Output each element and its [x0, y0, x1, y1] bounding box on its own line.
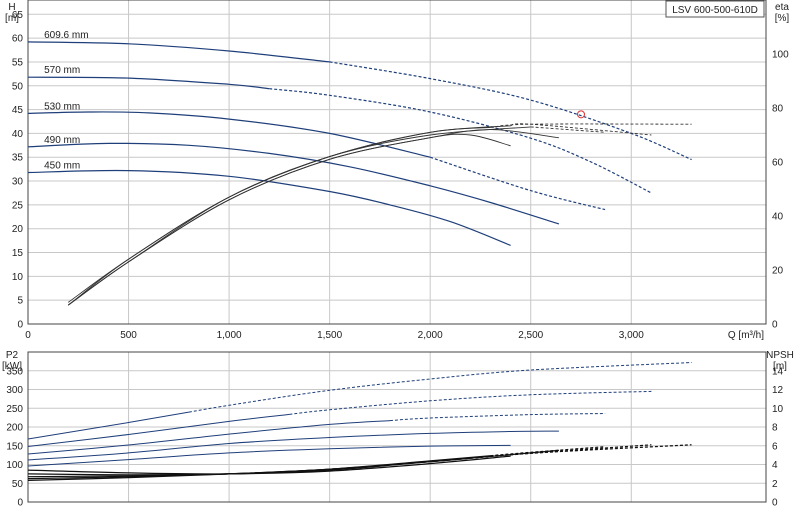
y-left-tick-label: 10: [12, 272, 24, 283]
head-curve-label: 530 mm: [44, 101, 80, 112]
npsh-tick-label: 10: [772, 404, 784, 415]
x-axis-title: Q [m³/h]: [728, 330, 764, 341]
p2-tick-label: 250: [6, 404, 23, 415]
y-left-tick-label: 25: [12, 200, 24, 211]
head-curve-label: 570 mm: [44, 65, 80, 76]
y-left-tick-label: 35: [12, 153, 24, 164]
y-left-tick-label: 0: [17, 320, 23, 331]
p2-axis-title: P2: [6, 350, 19, 361]
y-right-tick-label: 80: [772, 104, 784, 115]
npsh-tick-label: 2: [772, 479, 778, 490]
x-tick-label: 500: [120, 330, 137, 341]
x-tick-label: 3,000: [619, 330, 644, 341]
pump-curve-chart: 0 500 1,000 1,500 2,000 2,500 3,000 0 5 10 15 20 25 3…: [0, 0, 800, 520]
npsh-tick-label: 0: [772, 498, 778, 509]
plot-frame-top: [27, 0, 767, 325]
x-tick-label: 2,000: [418, 330, 443, 341]
y-left-tick-label: 5: [17, 296, 23, 307]
x-tick-label: 1,000: [217, 330, 242, 341]
npsh-tick-label: 4: [772, 460, 778, 471]
y-left-tick-label: 55: [12, 57, 24, 68]
head-curve-label: 450 mm: [44, 160, 80, 171]
y-left-tick-label: 30: [12, 177, 24, 188]
npsh-curve-0-solid: [27, 455, 511, 475]
head-curve-label: 609.6 mm: [44, 30, 88, 41]
p2-tick-label: 0: [17, 498, 23, 509]
y-right-tick-label: 60: [772, 158, 784, 169]
y-right-tick-label: 40: [772, 212, 784, 223]
y-right-axis-unit: [%]: [775, 13, 790, 24]
head-curve-3-solid: [27, 142, 560, 225]
efficiency-curve-1-solid: [67, 129, 559, 306]
p2-tick-label: 50: [12, 479, 24, 490]
y-left-tick-label: 50: [12, 81, 24, 92]
p2-tick-label: 100: [6, 460, 23, 471]
p2-curve-1-dashed: [289, 390, 652, 415]
head-curve-2-dashed: [430, 156, 606, 211]
p2-tick-label: 200: [6, 423, 23, 434]
p2-curve-2-dashed: [389, 413, 606, 422]
npsh-tick-label: 6: [772, 441, 778, 452]
y-left-tick-label: 20: [12, 224, 24, 235]
p2-curve-0-solid: [27, 411, 189, 440]
head-curve-0-solid: [27, 41, 330, 63]
pump-curves-svg: 0 500 1,000 1,500 2,000 2,500 3,00005101520253…: [2, 0, 794, 509]
npsh-curve-4-dashed: [450, 444, 692, 461]
head-curve-0-dashed: [329, 61, 692, 161]
npsh-axis-title: NPSH: [766, 350, 794, 361]
y-left-tick-label: 40: [12, 129, 24, 140]
duty-point-marker: [576, 110, 585, 119]
y-right-tick-label: 100: [772, 50, 789, 61]
y-left-axis-unit: [m]: [5, 13, 19, 24]
p2-tick-label: 300: [6, 385, 23, 396]
efficiency-curve-2-dashed: [530, 126, 606, 133]
efficiency-curve-2-solid: [67, 126, 531, 306]
y-left-tick-label: 60: [12, 34, 24, 45]
efficiency-curve-3-solid: [67, 125, 511, 306]
npsh-axis-unit: [m]: [773, 361, 787, 372]
p2-axis-unit: [kW]: [2, 361, 22, 372]
efficiency-curve-4-dashed: [490, 123, 692, 128]
y-right-tick-label: 0: [772, 320, 778, 331]
model-name: LSV 600-500-610D: [672, 5, 758, 16]
head-curve-4-solid: [27, 169, 511, 246]
npsh-tick-label: 12: [772, 385, 784, 396]
head-curve-1-dashed: [269, 88, 652, 194]
npsh-tick-label: 8: [772, 423, 778, 434]
head-curve-1-solid: [27, 76, 270, 90]
y-right-axis-title: eta: [775, 2, 789, 13]
x-tick-label: 0: [25, 330, 31, 341]
p2-tick-label: 150: [6, 441, 23, 452]
y-left-axis-title: H: [8, 2, 15, 13]
x-tick-label: 2,500: [518, 330, 543, 341]
p2-curve-0-dashed: [188, 362, 692, 413]
head-curve-label: 490 mm: [44, 135, 80, 146]
y-right-tick-label: 20: [772, 266, 784, 277]
y-left-tick-label: 15: [12, 248, 24, 259]
y-left-tick-label: 45: [12, 105, 24, 116]
x-tick-label: 1,500: [317, 330, 342, 341]
